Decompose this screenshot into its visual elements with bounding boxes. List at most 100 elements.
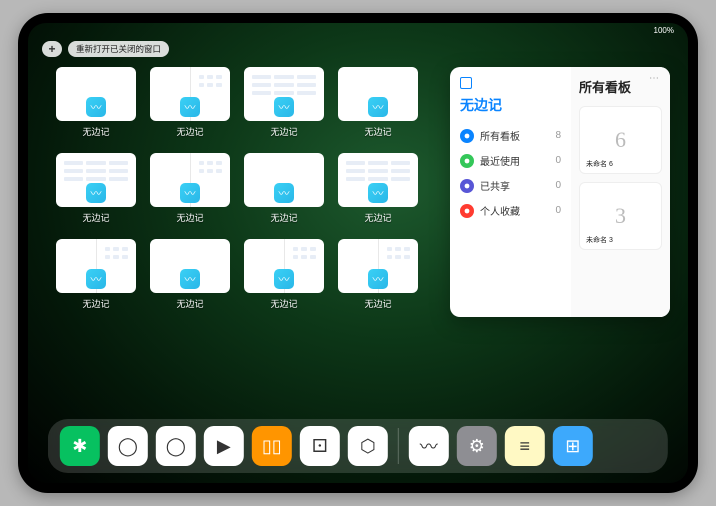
boards-list: 6未命名 6 3未命名 3	[579, 106, 662, 250]
screen: 100% + 重新打开已关闭的窗口 〰无边记〰无边记〰无边记〰无边记〰无边记〰无…	[28, 23, 688, 483]
freeform-app-icon: 〰	[180, 269, 200, 289]
thumbnail-label: 无边记	[364, 211, 391, 224]
thumbnail-label: 无边记	[176, 211, 203, 224]
freeform-panel[interactable]: ⋯ 无边记 所有看板8最近使用0已共享0个人收藏0 所有看板 6未命名 63未命…	[450, 67, 670, 317]
thumbnail-card: 〰	[56, 67, 136, 121]
category-clock[interactable]: 最近使用 0	[460, 148, 561, 173]
reopen-closed-window-button[interactable]: 重新打开已关闭的窗口	[68, 41, 169, 57]
ellipsis-icon[interactable]: ⋯	[649, 73, 660, 84]
thumbnail-card: 〰	[244, 239, 324, 293]
freeform-app-icon: 〰	[274, 269, 294, 289]
thumbnail-label: 无边记	[364, 297, 391, 310]
new-window-button[interactable]: +	[42, 41, 62, 57]
app-window-thumbnail[interactable]: 〰无边记	[56, 67, 136, 139]
sidebar-toggle-icon[interactable]	[460, 77, 472, 89]
category-count: 0	[555, 155, 561, 166]
board-label: 未命名 6	[586, 159, 613, 169]
app-window-thumbnail[interactable]: 〰无边记	[56, 239, 136, 311]
dock-dice-icon[interactable]: ⚀	[300, 426, 340, 466]
clock-icon	[460, 154, 474, 168]
dock: ✱◯◯▶▯▯⚀⬡〰⚙≡⊞	[48, 419, 668, 473]
dock-separator	[398, 428, 399, 464]
freeform-app-icon: 〰	[274, 97, 294, 117]
app-window-thumbnail[interactable]: 〰无边记	[150, 239, 230, 311]
thumbnail-card: 〰	[244, 153, 324, 207]
freeform-app-icon: 〰	[368, 183, 388, 203]
panel-content: 所有看板 6未命名 63未命名 3	[571, 67, 670, 317]
thumbnail-card: 〰	[338, 239, 418, 293]
thumbnail-label: 无边记	[176, 125, 203, 138]
panel-left-title: 无边记	[460, 95, 561, 115]
app-window-thumbnail[interactable]: 〰无边记	[244, 239, 324, 311]
panel-category-list: 所有看板 8 最近使用 0 已共享 0 个人收藏 0	[460, 123, 561, 223]
dock-freeform-icon[interactable]: 〰	[409, 426, 449, 466]
thumbnail-card: 〰	[244, 67, 324, 121]
category-count: 0	[555, 205, 561, 216]
app-window-thumbnail[interactable]: 〰无边记	[338, 153, 418, 225]
app-windows-grid: 〰无边记〰无边记〰无边记〰无边记〰无边记〰无边记〰无边记〰无边记〰无边记〰无边记…	[56, 67, 418, 415]
board-card[interactable]: 3未命名 3	[579, 182, 662, 250]
thumbnail-label: 无边记	[176, 297, 203, 310]
category-grid[interactable]: 所有看板 8	[460, 123, 561, 148]
thumbnail-card: 〰	[56, 153, 136, 207]
dock-notes-icon[interactable]: ≡	[505, 426, 545, 466]
category-label: 个人收藏	[480, 203, 520, 218]
status-bar: 100%	[28, 23, 688, 41]
ipad-frame: 100% + 重新打开已关闭的窗口 〰无边记〰无边记〰无边记〰无边记〰无边记〰无…	[18, 13, 698, 493]
thumbnail-label: 无边记	[364, 125, 391, 138]
thumbnail-label: 无边记	[270, 297, 297, 310]
board-label: 未命名 3	[586, 235, 613, 245]
thumbnail-card: 〰	[150, 67, 230, 121]
dock-qq-browser-icon[interactable]: ◯	[156, 426, 196, 466]
freeform-app-icon: 〰	[180, 183, 200, 203]
dock-quark-hd-icon[interactable]: ◯	[108, 426, 148, 466]
app-window-thumbnail[interactable]: 〰无边记	[338, 239, 418, 311]
category-label: 已共享	[480, 178, 510, 193]
status-battery: 100%	[654, 26, 674, 41]
freeform-app-icon: 〰	[86, 97, 106, 117]
board-preview: 3	[615, 203, 626, 229]
freeform-app-icon: 〰	[274, 183, 294, 203]
thumbnail-card: 〰	[150, 239, 230, 293]
thumbnail-label: 无边记	[82, 125, 109, 138]
dock-shapes-icon[interactable]: ⬡	[348, 426, 388, 466]
category-count: 8	[555, 130, 561, 141]
thumbnail-card: 〰	[338, 67, 418, 121]
grid-icon	[460, 129, 474, 143]
category-count: 0	[555, 180, 561, 191]
people-icon	[460, 179, 474, 193]
app-window-thumbnail[interactable]: 〰无边记	[56, 153, 136, 225]
thumbnail-card: 〰	[56, 239, 136, 293]
thumbnail-card: 〰	[150, 153, 230, 207]
topbar: + 重新打开已关闭的窗口	[42, 41, 169, 57]
freeform-app-icon: 〰	[368, 269, 388, 289]
category-people[interactable]: 已共享 0	[460, 173, 561, 198]
main-area: 〰无边记〰无边记〰无边记〰无边记〰无边记〰无边记〰无边记〰无边记〰无边记〰无边记…	[56, 67, 670, 415]
category-label: 最近使用	[480, 153, 520, 168]
dock-app-library-icon[interactable]: ⊞	[553, 426, 593, 466]
app-window-thumbnail[interactable]: 〰无边记	[338, 67, 418, 139]
freeform-app-icon: 〰	[86, 269, 106, 289]
category-heart[interactable]: 个人收藏 0	[460, 198, 561, 223]
dock-books-icon[interactable]: ▯▯	[252, 426, 292, 466]
board-card[interactable]: 6未命名 6	[579, 106, 662, 174]
dock-settings-icon[interactable]: ⚙	[457, 426, 497, 466]
app-window-thumbnail[interactable]: 〰无边记	[244, 67, 324, 139]
freeform-app-icon: 〰	[180, 97, 200, 117]
heart-icon	[460, 204, 474, 218]
app-window-thumbnail[interactable]: 〰无边记	[150, 153, 230, 225]
thumbnail-label: 无边记	[82, 297, 109, 310]
app-window-thumbnail[interactable]: 〰无边记	[244, 153, 324, 225]
dock-media-icon[interactable]: ▶	[204, 426, 244, 466]
freeform-app-icon: 〰	[368, 97, 388, 117]
dock-wechat-icon[interactable]: ✱	[60, 426, 100, 466]
thumbnail-label: 无边记	[82, 211, 109, 224]
panel-sidebar: 无边记 所有看板 8 最近使用 0 已共享 0 个人收藏 0	[450, 67, 571, 317]
app-window-thumbnail[interactable]: 〰无边记	[150, 67, 230, 139]
thumbnail-card: 〰	[338, 153, 418, 207]
thumbnail-label: 无边记	[270, 125, 297, 138]
thumbnail-label: 无边记	[270, 211, 297, 224]
category-label: 所有看板	[480, 128, 520, 143]
board-preview: 6	[615, 127, 626, 153]
freeform-app-icon: 〰	[86, 183, 106, 203]
